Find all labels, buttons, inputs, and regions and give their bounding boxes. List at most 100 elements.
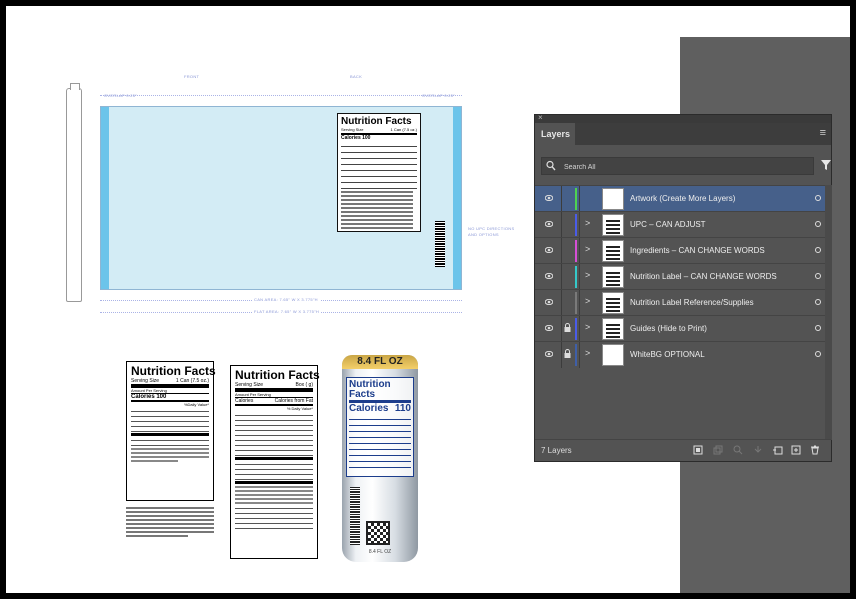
back-label: BACK [350,74,363,79]
nutrition-facts-sample-2[interactable]: Nutrition Facts Serving Size Box ( g) Am… [230,365,320,559]
layer-color-swatch [575,318,577,340]
target-circle-icon[interactable] [815,273,821,279]
lock-icon[interactable] [564,323,571,333]
lock-toggle-empty[interactable] [564,271,571,281]
layer-name[interactable]: UPC – CAN ADJUST [630,220,706,229]
card2-calories-label: Calories [235,398,254,404]
card1-amount: Amount Per Serving [131,384,209,393]
lock-toggle-empty[interactable] [564,297,571,307]
target-circle-icon[interactable] [815,299,821,305]
target-circle-icon[interactable] [815,195,821,201]
layer-name[interactable]: Nutrition Label – CAN CHANGE WORDS [630,272,777,281]
visibility-eye-icon[interactable] [545,221,553,227]
visibility-eye-icon[interactable] [545,325,553,331]
layer-name[interactable]: WhiteBG OPTIONAL [630,350,705,359]
front-label: FRONT [184,74,200,79]
target-circle-icon[interactable] [815,351,821,357]
layer-thumbnail [602,318,624,340]
delete-layer-icon[interactable] [810,445,820,455]
close-icon[interactable]: × [538,113,543,122]
can-volume-text: 8.4 FL OZ [357,356,403,367]
calories-row: Calories 100 [341,133,417,141]
new-sublayer-icon[interactable] [773,445,783,455]
collect-export-icon[interactable] [753,445,763,455]
expand-chevron-icon[interactable]: > [585,322,590,332]
can-calories-value: 110 [394,403,411,414]
layer-search-box[interactable] [541,157,814,175]
target-circle-icon[interactable] [815,247,821,253]
target-circle-icon[interactable] [815,325,821,331]
can-calories-row: Calories 110 [349,403,411,414]
export-asset-icon[interactable] [693,445,703,455]
layer-color-swatch [575,292,577,314]
layer-name[interactable]: Artwork (Create More Layers) [630,194,735,203]
nutrition-facts-panel: Nutrition Facts Serving Size 1 Can (7.5 … [337,113,421,232]
layer-name[interactable]: Guides (Hide to Print) [630,324,707,333]
visibility-eye-icon[interactable] [545,273,553,279]
expand-chevron-icon[interactable]: > [585,270,590,280]
label-template-artboard: FRONT BACK OVERLAP 0.25" OVERLAP 0.25" N… [56,66,514,316]
nutrition-facts-title: Nutrition Facts [341,116,412,127]
lock-toggle-empty[interactable] [564,245,571,255]
layer-name[interactable]: Nutrition Label Reference/Supplies [630,298,754,307]
ingredients-text-block [341,191,417,229]
layer-list-scrollbar[interactable] [825,185,832,440]
layer-thumbnail [602,188,624,210]
layer-row[interactable]: > Nutrition Label Reference/Supplies [535,289,825,316]
can-product-photo[interactable]: 8.4 FL OZ Nutrition Facts Calories 110 8… [342,355,418,562]
layer-row[interactable]: Artwork (Create More Layers) [535,185,825,212]
top-guide-line [100,95,462,96]
card1-calories: Calories 100 [131,393,209,400]
can-bottom-text: 8.4 FL OZ [368,549,392,555]
panel-footer: 7 Layers [535,439,831,461]
can-label-area[interactable]: Nutrition Facts Serving Size 1 Can (7.5 … [100,106,462,290]
visibility-eye-icon[interactable] [545,299,553,305]
locate-object-icon[interactable] [733,445,743,455]
lock-toggle-empty[interactable] [564,219,571,229]
layer-thumbnail [602,214,624,236]
lock-icon[interactable] [564,349,571,359]
layer-thumbnail [602,344,624,366]
layer-list: Artwork (Create More Layers) > UPC – CAN A… [535,185,825,368]
layer-row[interactable]: > WhiteBG OPTIONAL [535,341,825,368]
lock-toggle-empty[interactable] [564,193,571,203]
panel-menu-icon[interactable]: ≡ [820,127,826,139]
card1-serving-value: 1 Can (7.5 oz.) [175,378,209,384]
card2-serving-label: Serving Size [235,382,264,388]
layer-name[interactable]: Ingredients – CAN CHANGE WORDS [630,246,765,255]
flat-area-label: FLAT AREA: 7.65" W X 3.775"H [252,309,322,314]
layer-row[interactable]: > Guides (Hide to Print) [535,315,825,342]
visibility-eye-icon[interactable] [545,195,553,201]
layer-thumbnail [602,240,624,262]
layer-color-swatch [575,344,577,366]
layers-panel[interactable]: × Layers ≡ Artwork (Create More Layers) >… [534,113,832,462]
can-nf-title: Nutrition Facts [349,379,391,400]
make-clipping-mask-icon[interactable] [713,445,723,455]
can-outline-shape [66,83,82,302]
panel-title-bar[interactable]: × [535,113,831,123]
can-barcode [350,487,360,545]
expand-chevron-icon[interactable]: > [585,348,590,358]
expand-chevron-icon[interactable]: > [585,244,590,254]
target-circle-icon[interactable] [815,221,821,227]
tab-layers[interactable]: Layers [535,123,575,145]
visibility-eye-icon[interactable] [545,351,553,357]
serving-size-row: Serving Size 1 Can (7.5 oz.) [341,127,417,132]
can-area-label: CAN AREA: 7.65" W X 3.775"H [252,297,320,302]
search-icon [546,160,556,171]
expand-chevron-icon[interactable]: > [585,218,590,228]
visibility-eye-icon[interactable] [545,247,553,253]
expand-chevron-icon[interactable]: > [585,296,590,306]
card1-daily-value: %Daily Value* [131,400,209,407]
nutrition-facts-sample-1[interactable]: Nutrition Facts Serving Size 1 Can (7.5 … [126,361,216,501]
can-nutrition-panel: Nutrition Facts Calories 110 [346,377,414,477]
layer-color-swatch [575,214,577,236]
layer-row[interactable]: > Ingredients – CAN CHANGE WORDS [535,237,825,264]
search-input[interactable] [564,161,794,173]
card2-serving-value: Box ( g) [295,382,313,388]
new-layer-icon[interactable] [791,445,801,455]
filter-icon[interactable] [821,160,831,170]
layer-row[interactable]: > UPC – CAN ADJUST [535,211,825,238]
nutrient-rows [341,143,417,189]
layer-row[interactable]: > Nutrition Label – CAN CHANGE WORDS [535,263,825,290]
